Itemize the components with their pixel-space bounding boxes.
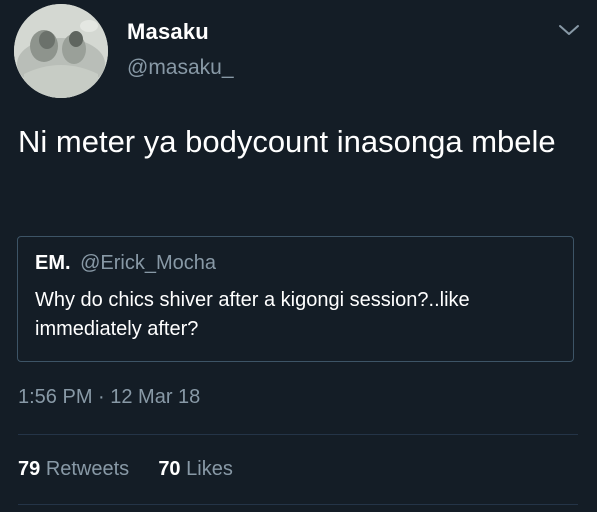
avatar[interactable] (14, 4, 108, 98)
profile-photo (14, 4, 108, 98)
quoted-author-name: EM. (35, 252, 71, 274)
chevron-down-icon[interactable] (557, 22, 581, 38)
divider (18, 504, 578, 505)
author-display-name[interactable]: Masaku (127, 19, 209, 45)
tweet-stats: 79 Retweets 70 Likes (18, 458, 233, 481)
likes-stat[interactable]: 70 Likes (158, 458, 233, 480)
quoted-tweet[interactable]: EM. @Erick_Mocha Why do chics shiver aft… (17, 236, 574, 362)
tweet-text: Ni meter ya bodycount inasonga mbele (18, 124, 556, 159)
retweets-stat[interactable]: 79 Retweets (18, 458, 135, 480)
likes-label: Likes (186, 458, 233, 480)
divider (18, 434, 578, 435)
author-handle[interactable]: @masaku_ (127, 56, 234, 80)
quoted-tweet-header: EM. @Erick_Mocha (35, 252, 216, 275)
quoted-author-handle: @Erick_Mocha (80, 252, 217, 274)
likes-count: 70 (158, 458, 181, 480)
retweets-label: Retweets (45, 458, 130, 480)
quoted-tweet-text: Why do chics shiver after a kigongi sess… (35, 289, 470, 340)
tweet-timestamp[interactable]: 1:56 PM · 12 Mar 18 (18, 386, 200, 409)
retweets-count: 79 (18, 458, 41, 480)
